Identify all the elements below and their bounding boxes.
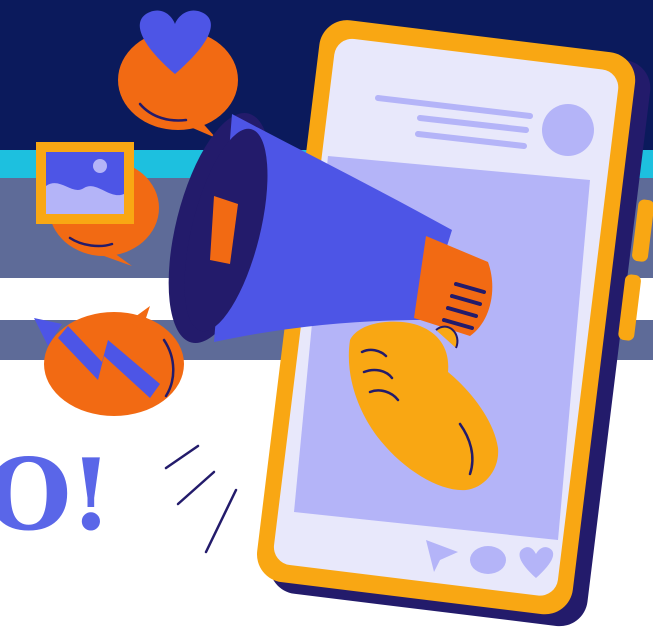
avatar [542,104,594,156]
comment-icon [470,546,506,574]
headline-fragment: O! [0,438,112,553]
